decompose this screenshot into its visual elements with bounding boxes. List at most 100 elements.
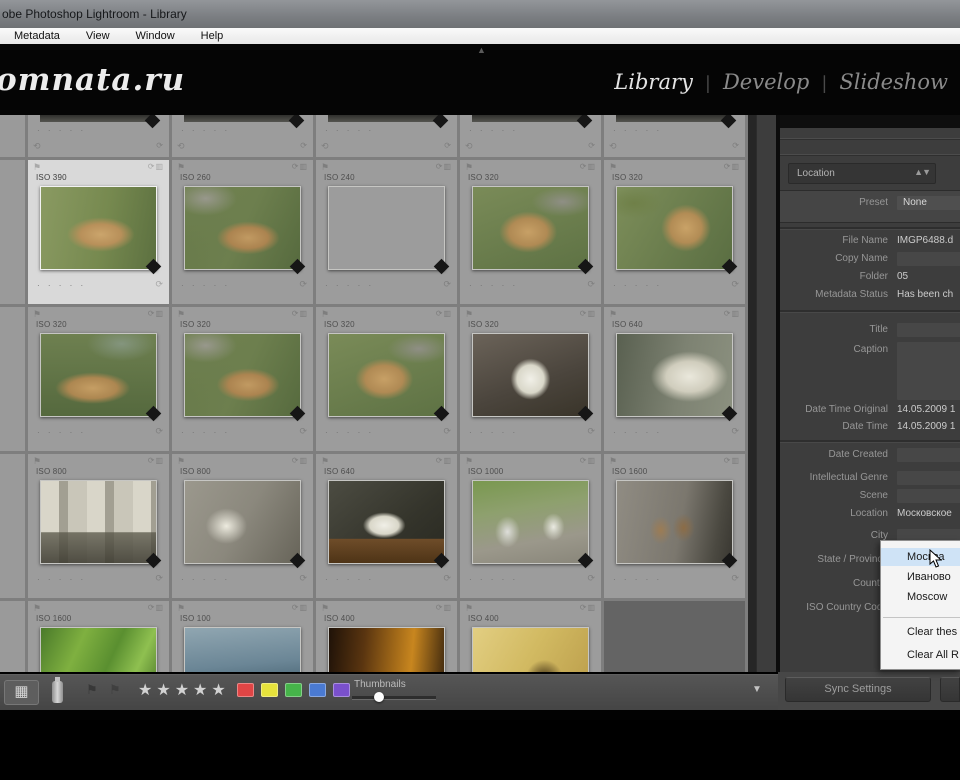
photo-thumbnail-amber[interactable] [328,627,445,672]
photo-thumbnail-bear-legs[interactable] [40,480,157,564]
photo-thumbnail-bear-wall[interactable] [184,480,301,564]
flag-icon: ⚑ [609,456,617,467]
context-menu-item[interactable]: Москва [881,548,960,566]
field-value[interactable]: IMGP6488.d [897,235,960,246]
color-label-4[interactable] [333,683,350,697]
grid-cell[interactable]: ⚑⟳▥ISO 1000· · · · ·⟳ [460,454,601,598]
photo-thumbnail-plants[interactable] [40,627,157,672]
menu-window[interactable]: Window [136,30,175,42]
menu-metadata[interactable]: Metadata [14,30,60,42]
grid-cell[interactable]: ⚑⟳▥ISO 320· · · · ·⟳ [460,307,601,451]
rotate-right-icon: ⟳ [443,426,451,437]
grid-cell[interactable]: ⚑⟳▥ISO 800· · · · ·⟳ [172,454,313,598]
spray-can-icon[interactable] [52,681,63,703]
field-value[interactable]: 05 [897,271,960,282]
grid-cell[interactable]: ⚑⟳▥ISO 320· · · · ·⟳ [604,160,745,304]
grid-scrollbar[interactable] [756,115,777,672]
module-library[interactable]: Library [614,70,693,94]
star-rating-control[interactable]: ★★★★★ [138,680,230,700]
photo-thumbnail-cheetah-c[interactable] [328,186,445,270]
flag-icon: ⚑ [465,603,473,614]
flag-icon: ⚑ [177,309,185,320]
preset-select[interactable]: None [897,196,960,210]
grid-cell-partial[interactable]: · · · · ·⟲⟳ [316,115,457,157]
panel-reveal-caret-icon[interactable]: ▲ [477,45,486,55]
photo-thumbnail-cheetah-b[interactable] [184,333,301,417]
photo-thumbnail-goats[interactable] [472,480,589,564]
grid-cell-partial[interactable]: · · · · ·⟲⟳ [604,115,745,157]
field-value[interactable]: 14.05.2009 1 [897,421,960,432]
field-value[interactable]: Московское [897,508,960,519]
flag-pick-icon[interactable]: ⚑ [86,682,98,698]
iso-label: ISO 1000 [468,467,503,476]
grid-cell-partial[interactable]: · · · · ·⟲⟳ [460,115,601,157]
caption-field[interactable] [897,342,960,400]
menu-view[interactable]: View [86,30,110,42]
menu-help[interactable]: Help [201,30,224,42]
flag-icon: ⚑ [609,162,617,173]
grid-cell-partial[interactable]: · · · · ·⟲⟳ [28,115,169,157]
grid-cell[interactable]: ⚑⟳▥ISO 400· · · · ·⟳ [316,601,457,672]
photo-thumbnail-bear-head[interactable] [616,333,733,417]
rotate-right-icon: ⟳ [155,426,163,437]
grid-view-button[interactable]: ▦ [4,680,39,705]
color-label-2[interactable] [285,683,302,697]
grid-cell[interactable]: ⚑⟳▥ISO 320· · · · ·⟳ [460,160,601,304]
field-input[interactable] [897,489,960,503]
field-value[interactable]: 14.05.2009 1 [897,404,960,415]
context-menu-item[interactable]: Иваново [881,568,960,586]
photo-thumbnail-bear-walk[interactable] [328,480,445,564]
grid-cell[interactable]: ⚑⟳▥ISO 800· · · · ·⟳ [28,454,169,598]
grid-cell[interactable]: ⚑⟳▥ISO 640· · · · ·⟳ [316,454,457,598]
grid-cell[interactable]: ⚑⟳▥ISO 1600· · · · ·⟳ [28,601,169,672]
photo-thumbnail-cheetah-f[interactable] [40,333,157,417]
photo-thumbnail-cheetah-a[interactable] [40,186,157,270]
field-input[interactable] [897,448,960,462]
context-menu-action[interactable]: Clear thes [881,623,960,641]
panel-footer: Sync Settings [778,672,960,710]
grid-cell[interactable]: ⚑⟳▥ISO 320· · · · ·⟳ [28,307,169,451]
photo-thumbnail-water[interactable] [184,627,301,672]
thumbnails-slider-thumb[interactable] [374,692,384,702]
collapsed-panel-edge [780,138,960,139]
field-value[interactable]: Has been ch [897,289,960,300]
grid-cell[interactable]: ⚑⟳▥ISO 1600· · · · ·⟳ [604,454,745,598]
module-slideshow[interactable]: Slideshow [839,70,948,94]
field-input[interactable] [897,252,960,266]
field-input[interactable] [897,323,960,337]
photo-thumbnail-golden[interactable] [472,627,589,672]
flag-icon: ⚑ [465,309,473,320]
photo-thumbnail-cheetah-b[interactable] [184,186,301,270]
context-menu-item[interactable]: Moscow [881,588,960,606]
photo-thumbnail-cheetah-e[interactable] [616,186,733,270]
thumbnails-slider[interactable] [352,696,436,700]
photo-thumbnail-cheetah-d[interactable] [472,186,589,270]
photo-thumbnail-owl[interactable] [472,333,589,417]
grid-cell[interactable]: ⚑⟳▥ISO 390· · · · ·⟳ [28,160,169,304]
color-label-3[interactable] [309,683,326,697]
grid-cell[interactable]: ⚑⟳▥ISO 320· · · · ·⟳ [316,307,457,451]
iso-label: ISO 800 [36,467,67,476]
grid-cell[interactable]: ⚑⟳▥ISO 400· · · · ·⟳ [460,601,601,672]
row-divider [0,157,25,160]
grid-cell[interactable]: ⚑⟳▥ISO 640· · · · ·⟳ [604,307,745,451]
flag-reject-icon[interactable]: ⚑ [109,682,121,698]
window-titlebar[interactable]: obe Photoshop Lightroom - Library [0,0,960,28]
grid-cell[interactable]: ⚑⟳▥ISO 320· · · · ·⟳ [172,307,313,451]
flag-icon: ⚑ [177,456,185,467]
context-menu-action[interactable]: Clear All R [881,646,960,664]
sync-metadata-button[interactable] [940,677,960,702]
sync-settings-button[interactable]: Sync Settings [785,677,931,702]
color-label-1[interactable] [261,683,278,697]
grid-cell[interactable]: ⚑⟳▥ISO 240· · · · ·⟳ [316,160,457,304]
photo-thumbnail-wallabies[interactable] [616,480,733,564]
module-develop[interactable]: Develop [723,70,809,94]
grid-cell-partial[interactable]: · · · · ·⟲⟳ [172,115,313,157]
field-input[interactable] [897,471,960,485]
metadata-view-dropdown[interactable]: Location ▲▼ [788,163,936,184]
grid-cell[interactable]: ⚑⟳▥ISO 260· · · · ·⟳ [172,160,313,304]
photo-thumbnail-cheetah-d[interactable] [328,333,445,417]
grid-cell[interactable]: ⚑⟳▥ISO 100· · · · ·⟳ [172,601,313,672]
color-label-0[interactable] [237,683,254,697]
toolbar-options-caret-icon[interactable]: ▼ [752,684,762,695]
